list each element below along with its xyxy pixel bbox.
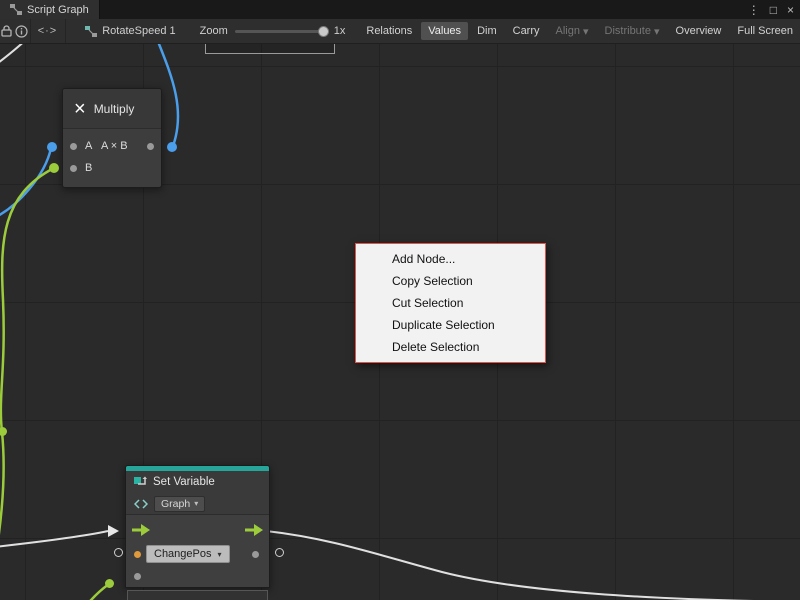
green-connection-dot-b[interactable] xyxy=(49,163,59,173)
set-variable-value-field[interactable] xyxy=(127,590,268,600)
chevron-down-icon: ▾ xyxy=(194,499,198,508)
code-chevrons-icon xyxy=(134,499,148,509)
variable-row: ChangePos ▾ xyxy=(126,543,269,565)
script-graph-icon xyxy=(10,4,22,15)
edit-graph-button[interactable]: <·> xyxy=(30,19,64,43)
align-label: Align xyxy=(556,25,580,37)
distribute-button[interactable]: Distribute ▾ xyxy=(598,22,667,41)
distribute-label: Distribute xyxy=(605,25,651,37)
menu-item-cut-selection[interactable]: Cut Selection xyxy=(356,292,545,314)
window-menu-icon[interactable]: ⋮ xyxy=(748,3,760,17)
green-endpoint-dot[interactable] xyxy=(105,579,114,588)
variable-name-label: ChangePos xyxy=(154,548,212,560)
variable-output-port[interactable] xyxy=(252,551,259,558)
input-a-label: A xyxy=(85,140,92,152)
zoom-slider-knob[interactable] xyxy=(318,26,329,37)
dim-button[interactable]: Dim xyxy=(470,22,504,40)
chevron-down-icon: ▾ xyxy=(218,550,222,559)
values-button[interactable]: Values xyxy=(421,22,468,40)
multiply-node-body: A A × B B xyxy=(63,129,161,187)
zoom-control: Zoom 1x xyxy=(186,25,354,37)
tab-script-graph[interactable]: Script Graph xyxy=(0,0,100,19)
unity-script-graph-window: × Multiply A A × B B xyxy=(0,0,800,600)
full-screen-button[interactable]: Full Screen xyxy=(730,22,800,40)
menu-item-copy-selection[interactable]: Copy Selection xyxy=(356,270,545,292)
set-variable-scope-row: Graph ▾ xyxy=(126,493,269,515)
context-menu: Add Node... Copy Selection Cut Selection… xyxy=(355,243,546,363)
multiply-node-title: Multiply xyxy=(94,102,135,116)
scope-dropdown[interactable]: Graph ▾ xyxy=(154,496,205,512)
variable-name-dropdown[interactable]: ChangePos ▾ xyxy=(146,545,230,563)
relations-button[interactable]: Relations xyxy=(359,22,419,40)
scope-label: Graph xyxy=(161,498,190,510)
flow-row xyxy=(126,515,269,543)
output-label: A × B xyxy=(101,140,128,152)
flow-input-port[interactable] xyxy=(132,523,150,541)
zoom-label: Zoom xyxy=(200,25,228,37)
menu-item-duplicate-selection[interactable]: Duplicate Selection xyxy=(356,314,545,336)
graph-name: RotateSpeed 1 xyxy=(102,25,175,37)
zoom-slider[interactable] xyxy=(235,30,327,33)
menu-item-add-node[interactable]: Add Node... xyxy=(356,248,545,270)
relation-circle-left[interactable] xyxy=(114,548,123,557)
graph-reference[interactable]: RotateSpeed 1 xyxy=(65,25,185,37)
lock-button[interactable] xyxy=(0,19,13,43)
input-port-row xyxy=(126,565,269,587)
toolbar-buttons: Relations Values Dim Carry Align ▾ Distr… xyxy=(359,22,800,41)
carry-button[interactable]: Carry xyxy=(506,22,547,40)
blue-connection-dot-out[interactable] xyxy=(167,142,177,152)
input-port-a[interactable] xyxy=(70,143,77,150)
multiply-row-b: B xyxy=(63,157,161,179)
info-button[interactable] xyxy=(13,19,30,43)
window-close-icon[interactable]: × xyxy=(787,3,794,17)
input-b-label: B xyxy=(85,162,92,174)
zoom-value: 1x xyxy=(334,25,346,37)
chevron-down-icon: ▾ xyxy=(654,25,660,38)
graph-toolbar: <·> RotateSpeed 1 Zoom 1x Relations Valu… xyxy=(0,19,800,44)
chevron-down-icon: ▾ xyxy=(583,25,589,38)
graph-asset-icon xyxy=(85,26,97,37)
input-port-b[interactable] xyxy=(70,165,77,172)
tab-title: Script Graph xyxy=(27,4,89,16)
overview-button[interactable]: Overview xyxy=(669,22,729,40)
multiply-node[interactable]: × Multiply A A × B B xyxy=(62,88,162,188)
variable-value-port[interactable] xyxy=(134,551,141,558)
set-variable-node[interactable]: Set Variable Graph ▾ xyxy=(125,465,270,588)
set-variable-body: ChangePos ▾ xyxy=(126,515,269,587)
set-variable-title: Set Variable xyxy=(153,476,215,488)
info-icon xyxy=(15,25,28,38)
lock-icon xyxy=(1,25,12,37)
menu-item-delete-selection[interactable]: Delete Selection xyxy=(356,336,545,358)
relation-circle-right[interactable] xyxy=(275,548,284,557)
value-input-port[interactable] xyxy=(134,573,141,580)
set-variable-header[interactable]: Set Variable xyxy=(126,471,269,493)
multiply-node-header[interactable]: × Multiply xyxy=(63,89,161,129)
tab-bar: Script Graph ⋮ □ × xyxy=(0,0,800,19)
output-port[interactable] xyxy=(147,143,154,150)
window-maximize-icon[interactable]: □ xyxy=(770,3,777,17)
blue-connection-dot-a[interactable] xyxy=(47,142,57,152)
multiply-operator-icon: × xyxy=(74,99,86,119)
multiply-row-a: A A × B xyxy=(63,135,161,157)
align-button[interactable]: Align ▾ xyxy=(549,22,596,41)
flow-output-port[interactable] xyxy=(245,523,263,541)
set-variable-icon xyxy=(134,476,147,488)
window-controls: ⋮ □ × xyxy=(748,0,800,19)
